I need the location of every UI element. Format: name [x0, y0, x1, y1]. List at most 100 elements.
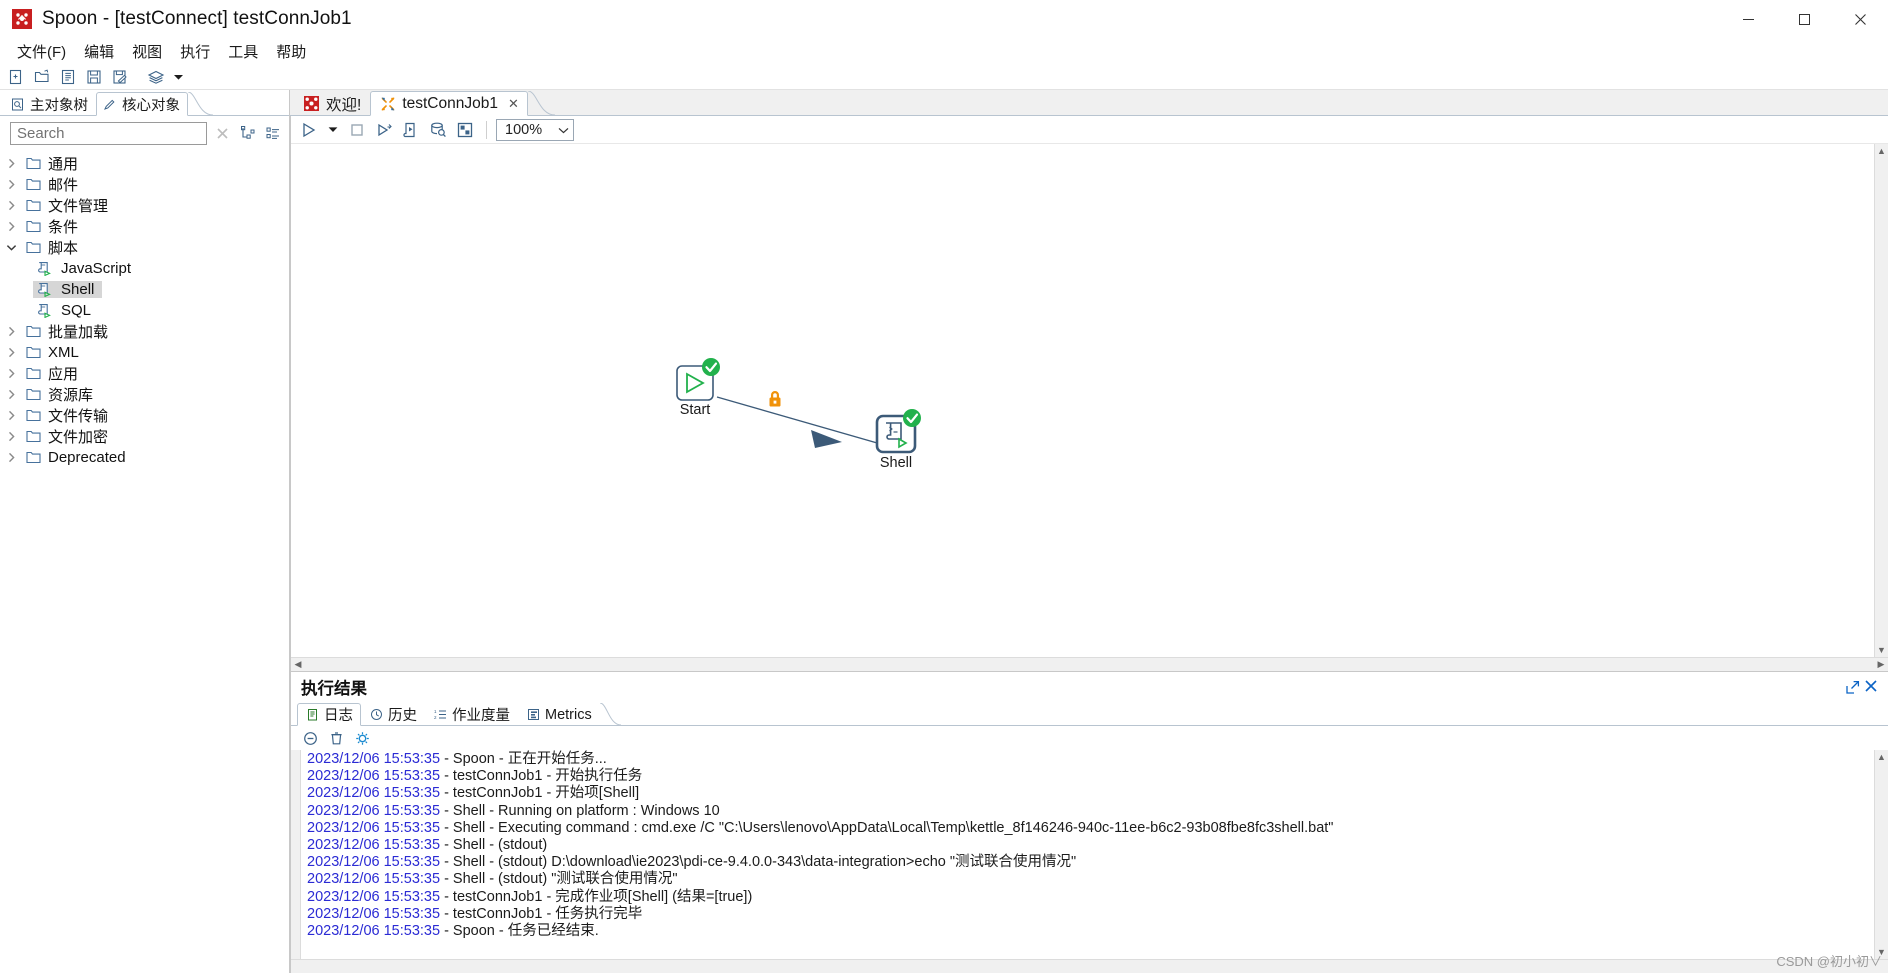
search-row: Search: [0, 116, 289, 150]
toolbar-dropdown-caret-icon[interactable]: [170, 66, 186, 88]
log-line: 2023/12/06 15:53:35 - testConnJob1 - 任务执…: [307, 906, 1874, 923]
save-icon[interactable]: [82, 66, 106, 88]
chevron-right-icon[interactable]: [0, 221, 22, 232]
job-canvas[interactable]: Start Shell: [291, 144, 1874, 657]
chevron-right-icon[interactable]: [0, 368, 22, 379]
chevron-right-icon[interactable]: [0, 347, 22, 358]
maximize-icon[interactable]: [1842, 677, 1862, 697]
tab-welcome[interactable]: 欢迎!: [294, 91, 370, 116]
job-canvas-panel: 100% Start Shell ▲ ▼ ◀ ▶: [290, 116, 1888, 671]
explore-repository-icon[interactable]: [56, 66, 80, 88]
tree-folder-4[interactable]: 脚本: [0, 237, 289, 258]
scroll-right-icon[interactable]: ▶: [1874, 659, 1888, 670]
chevron-right-icon[interactable]: [0, 431, 22, 442]
scroll-left-icon[interactable]: ◀: [291, 659, 305, 670]
log-timestamp: 2023/12/06 15:53:35: [307, 922, 441, 939]
tab-metrics-label: Metrics: [545, 706, 592, 723]
tab-job-metrics[interactable]: 12 作业度量: [425, 703, 518, 726]
delete-icon[interactable]: [327, 729, 345, 747]
menu-edit[interactable]: 编辑: [75, 39, 123, 64]
close-results-icon[interactable]: [1862, 678, 1880, 696]
preview-button[interactable]: [399, 118, 423, 142]
chevron-right-icon[interactable]: [0, 179, 22, 190]
clear-search-icon[interactable]: [213, 125, 231, 143]
clear-log-icon[interactable]: [301, 729, 319, 747]
start-node-label: Start: [679, 402, 711, 418]
log-settings-icon[interactable]: [353, 729, 371, 747]
menu-run[interactable]: 执行: [171, 39, 219, 64]
chevron-right-icon[interactable]: [0, 410, 22, 421]
log-vertical-scrollbar[interactable]: ▲ ▼: [1874, 750, 1888, 959]
tree-folder-3[interactable]: 条件: [0, 216, 289, 237]
shell-node-label: Shell: [879, 455, 913, 471]
layers-icon[interactable]: [144, 66, 168, 88]
run-next-button[interactable]: [372, 118, 396, 142]
tab-metrics[interactable]: Metrics: [518, 703, 600, 726]
log-horizontal-scrollbar[interactable]: [291, 959, 1888, 973]
tree-folder-14[interactable]: Deprecated: [0, 447, 289, 468]
run-button[interactable]: [297, 118, 321, 142]
chevron-right-icon[interactable]: [0, 389, 22, 400]
close-icon[interactable]: ✕: [508, 96, 519, 112]
stop-button[interactable]: [345, 118, 369, 142]
canvas-horizontal-scrollbar[interactable]: ◀ ▶: [291, 657, 1888, 671]
svg-text:2: 2: [434, 715, 437, 720]
tree-item-shell[interactable]: Shell: [0, 279, 289, 300]
svg-text:1: 1: [434, 709, 437, 714]
tab-testconnjob1[interactable]: testConnJob1 ✕: [370, 91, 528, 116]
new-file-icon[interactable]: [4, 66, 28, 88]
chevron-right-icon[interactable]: [0, 200, 22, 211]
lock-icon: [769, 391, 781, 407]
tree-folder-11[interactable]: 资源库: [0, 384, 289, 405]
tree-folder-13[interactable]: 文件加密: [0, 426, 289, 447]
expand-all-icon[interactable]: [237, 124, 257, 144]
log-lines[interactable]: 2023/12/06 15:53:35 - Spoon - 正在开始任务... 2…: [301, 750, 1874, 959]
chevron-down-icon[interactable]: [0, 243, 22, 252]
tree-folder-0[interactable]: 通用: [0, 153, 289, 174]
tree-folder-1[interactable]: 邮件: [0, 174, 289, 195]
core-objects-tree[interactable]: 通用 邮件 文件管理 条件 脚本 JavaScript Shell SQL 批量加载 XML 应用资…: [0, 150, 289, 973]
canvas-vertical-scrollbar[interactable]: ▲ ▼: [1874, 144, 1888, 657]
menu-view[interactable]: 视图: [123, 39, 171, 64]
menu-help[interactable]: 帮助: [267, 39, 315, 64]
run-options-caret-icon[interactable]: [324, 118, 342, 142]
tree-node-label: JavaScript: [61, 260, 132, 277]
log-message: - Spoon - 任务已经结束.: [440, 922, 599, 939]
close-button[interactable]: [1832, 0, 1888, 38]
spoon-application-window: Spoon - [testConnect] testConnJob1 文件(F)…: [0, 0, 1888, 973]
collapse-all-icon[interactable]: [263, 124, 283, 144]
tab-core-objects[interactable]: 核心对象: [96, 92, 188, 116]
tree-folder-10[interactable]: 应用: [0, 363, 289, 384]
folder-icon: [22, 199, 44, 212]
chevron-right-icon[interactable]: [0, 326, 22, 337]
tab-curve-decoration: [527, 90, 556, 116]
tree-folder-12[interactable]: 文件传输: [0, 405, 289, 426]
layout-button[interactable]: [453, 118, 477, 142]
tree-folder-2[interactable]: 文件管理: [0, 195, 289, 216]
tab-log[interactable]: 日志: [297, 703, 361, 726]
search-input[interactable]: Search: [10, 122, 207, 145]
sql-inspect-button[interactable]: [426, 118, 450, 142]
menu-file[interactable]: 文件(F): [8, 39, 75, 64]
log-message: - testConnJob1 - 开始执行任务: [440, 768, 643, 785]
scroll-up-icon[interactable]: ▲: [1877, 144, 1886, 158]
tree-folder-9[interactable]: XML: [0, 342, 289, 363]
open-folder-icon[interactable]: [30, 66, 54, 88]
log-message: - testConnJob1 - 完成作业项[Shell] (结果=[true]…: [440, 888, 753, 905]
tree-item-sql[interactable]: SQL: [0, 300, 289, 321]
scroll-down-icon[interactable]: ▼: [1877, 643, 1886, 657]
maximize-button[interactable]: [1776, 0, 1832, 38]
menu-tools[interactable]: 工具: [219, 39, 267, 64]
tree-item-javascript[interactable]: JavaScript: [0, 258, 289, 279]
tab-main-object-tree[interactable]: 主对象树: [4, 92, 96, 116]
minimize-button[interactable]: [1720, 0, 1776, 38]
chevron-right-icon[interactable]: [0, 158, 22, 169]
scroll-up-icon[interactable]: ▲: [1877, 750, 1886, 764]
save-as-icon[interactable]: [108, 66, 132, 88]
tab-testconnjob1-label: testConnJob1: [402, 94, 498, 112]
chevron-right-icon[interactable]: [0, 452, 22, 463]
zoom-level-select[interactable]: 100%: [496, 118, 574, 141]
tab-history[interactable]: 历史: [361, 703, 425, 726]
log-line: 2023/12/06 15:53:35 - Spoon - 正在开始任务...: [307, 751, 1874, 768]
tree-folder-8[interactable]: 批量加载: [0, 321, 289, 342]
